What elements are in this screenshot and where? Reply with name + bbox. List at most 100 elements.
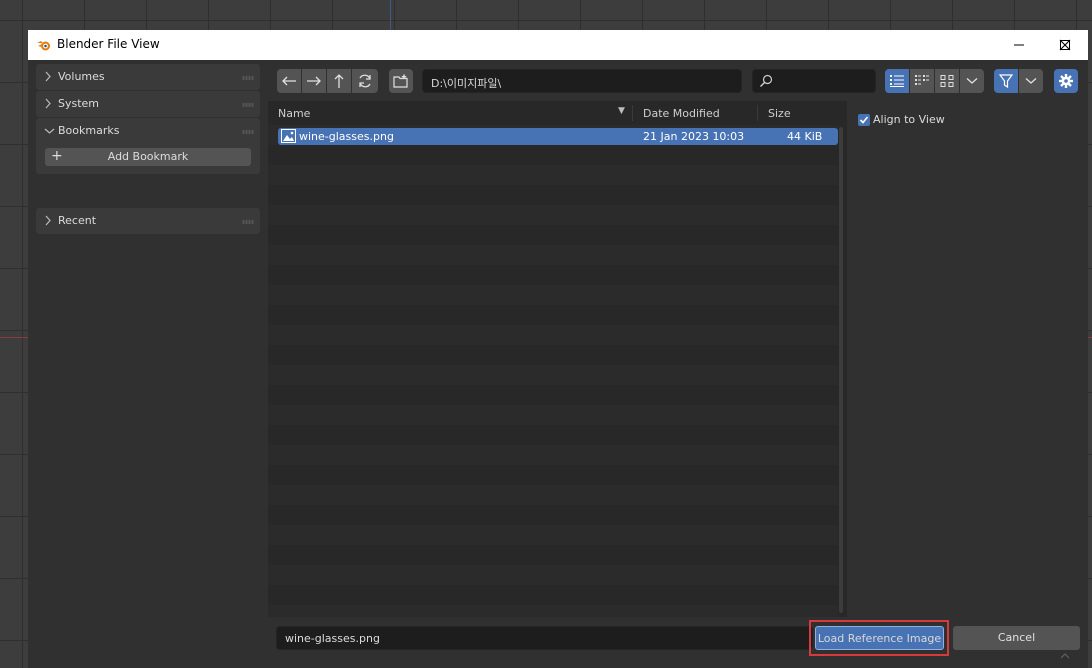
empty-row <box>268 465 838 485</box>
panel-system[interactable]: System <box>36 91 260 117</box>
close-icon <box>1059 39 1071 51</box>
chevron-down-icon <box>966 78 978 84</box>
empty-row <box>268 525 838 545</box>
column-separator[interactable] <box>632 105 633 121</box>
new-folder-icon <box>393 74 408 88</box>
drag-grip-icon[interactable] <box>242 103 254 107</box>
checkmark-icon <box>859 116 869 124</box>
panel-label: Recent <box>58 214 97 227</box>
empty-row <box>268 585 838 605</box>
align-to-view-checkbox[interactable] <box>858 114 870 126</box>
file-list-scrollbar[interactable] <box>839 127 843 613</box>
image-file-icon <box>281 129 296 146</box>
blender-logo-icon <box>36 38 52 55</box>
file-rows-background <box>268 125 838 617</box>
panel-label: System <box>58 97 100 110</box>
empty-row <box>268 185 838 205</box>
empty-row <box>268 265 838 285</box>
minimize-icon <box>1014 44 1024 46</box>
close-button[interactable] <box>1042 30 1088 60</box>
empty-row <box>268 385 838 405</box>
display-thumbnails-button[interactable] <box>935 69 959 93</box>
title-bar: Blender File View <box>28 30 1088 60</box>
empty-row <box>268 545 838 565</box>
new-directory-button[interactable] <box>389 69 413 93</box>
panel-recent[interactable]: Recent <box>36 208 260 234</box>
column-separator[interactable] <box>757 105 758 121</box>
refresh-icon <box>359 74 371 88</box>
search-input[interactable] <box>752 69 876 93</box>
gear-icon <box>1059 74 1073 88</box>
drag-grip-icon[interactable] <box>242 220 254 224</box>
column-header-name[interactable]: Name <box>278 107 310 120</box>
empty-row <box>268 445 838 465</box>
filter-toggle-button[interactable] <box>994 69 1018 93</box>
minimize-button[interactable] <box>996 30 1042 60</box>
vertical-list-icon <box>890 75 904 87</box>
directory-path-input[interactable]: D:\이미지파일\ <box>422 69 742 93</box>
options-panel: Align to View <box>849 101 1088 617</box>
empty-row <box>268 245 838 265</box>
filter-icon <box>999 74 1013 88</box>
chevron-down-icon <box>44 125 55 138</box>
align-to-view-label[interactable]: Align to View <box>873 113 945 126</box>
options-settings-button[interactable] <box>1054 69 1078 93</box>
add-bookmark-button[interactable]: + Add Bookmark <box>45 148 251 166</box>
filter-settings-dropdown[interactable] <box>1019 69 1043 93</box>
panel-label: Bookmarks <box>58 124 120 137</box>
empty-row <box>268 565 838 585</box>
back-button[interactable] <box>277 69 301 93</box>
parent-directory-button[interactable] <box>327 69 351 93</box>
cancel-button-label: Cancel <box>997 631 1036 644</box>
panel-label: Volumes <box>58 70 105 83</box>
file-list[interactable]: Name ▼ Date Modified Size wine-glasses.p… <box>268 101 847 617</box>
empty-row <box>268 365 838 385</box>
display-vertical-list-button[interactable] <box>885 69 909 93</box>
panel-bookmarks[interactable]: Bookmarks + Add Bookmark <box>36 118 260 174</box>
search-icon <box>759 74 773 91</box>
empty-row <box>268 605 838 617</box>
empty-row <box>268 505 838 525</box>
directory-path-text: D:\이미지파일\ <box>431 77 502 90</box>
empty-row <box>268 225 838 245</box>
column-header-size[interactable]: Size <box>768 107 791 120</box>
drag-grip-icon[interactable] <box>242 76 254 80</box>
arrow-left-icon <box>282 76 296 86</box>
load-button-label: Load Reference Image <box>817 632 942 645</box>
empty-row <box>268 305 838 325</box>
drag-grip-icon[interactable] <box>242 130 254 134</box>
empty-row <box>268 425 838 445</box>
window-title: Blender File View <box>57 37 160 51</box>
empty-row <box>268 165 838 185</box>
empty-row <box>268 345 838 365</box>
resize-corner-icon[interactable] <box>1060 650 1070 660</box>
panel-volumes[interactable]: Volumes <box>36 64 260 90</box>
filename-input[interactable]: wine-glasses.png <box>276 626 813 650</box>
empty-row <box>268 145 838 165</box>
file-size: 44 KiB <box>787 130 823 143</box>
forward-button[interactable] <box>302 69 326 93</box>
chevron-right-icon <box>44 71 52 85</box>
column-header-date[interactable]: Date Modified <box>643 107 720 120</box>
empty-row <box>268 485 838 505</box>
add-bookmark-label: Add Bookmark <box>107 150 189 163</box>
thumbnails-icon <box>940 75 954 87</box>
sidebar: Volumes System Bookmarks + Add Bookmark <box>28 60 266 668</box>
empty-row <box>268 285 838 305</box>
display-horizontal-list-button[interactable] <box>910 69 934 93</box>
empty-row <box>268 405 838 425</box>
chevron-right-icon <box>44 98 52 112</box>
cancel-button[interactable]: Cancel <box>953 626 1080 650</box>
file-date: 21 Jan 2023 10:03 <box>643 130 745 143</box>
refresh-button[interactable] <box>352 69 378 93</box>
file-list-header: Name ▼ Date Modified Size <box>268 101 847 125</box>
arrow-right-icon <box>307 76 321 86</box>
file-name: wine-glasses.png <box>299 130 394 143</box>
sort-descending-icon[interactable]: ▼ <box>618 106 625 116</box>
load-reference-image-button[interactable]: Load Reference Image <box>815 626 944 650</box>
display-settings-dropdown[interactable] <box>960 69 984 93</box>
empty-row <box>268 325 838 345</box>
file-view-window: Blender File View Volumes System Bookmar… <box>28 30 1088 668</box>
file-row-selected[interactable]: wine-glasses.png 21 Jan 2023 10:03 44 Ki… <box>278 128 838 145</box>
arrow-up-icon <box>334 74 344 88</box>
